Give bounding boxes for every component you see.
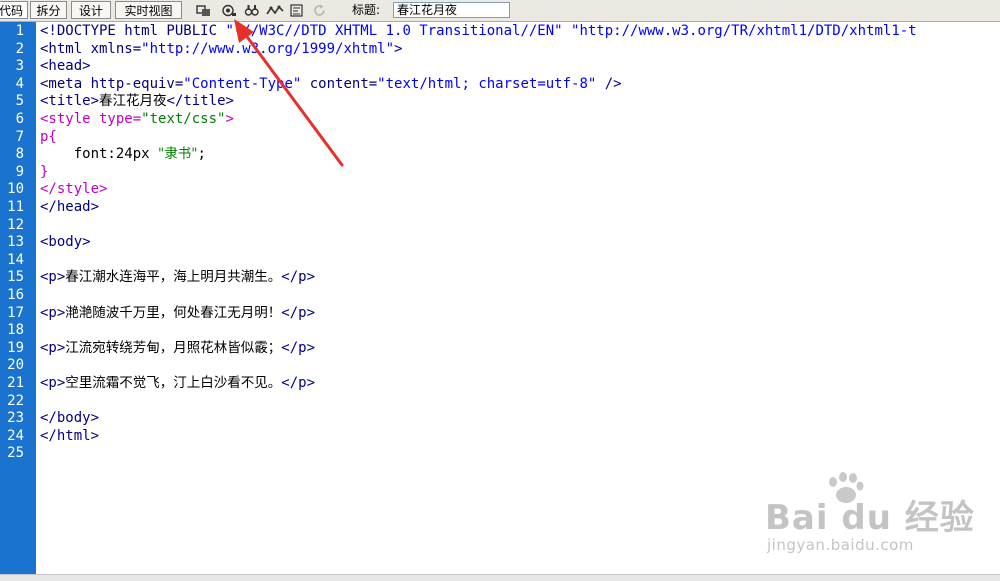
design-view-button[interactable]: 设计: [71, 1, 111, 19]
code-line-5: <title>春江花月夜</title>: [40, 93, 234, 111]
meta-content-value: "text/html; charset=utf-8": [377, 75, 597, 92]
css-selector: p{: [40, 128, 57, 145]
meta-tag: <meta http-equiv=: [40, 75, 184, 92]
line-number: 10: [7, 181, 24, 198]
meta-equiv-value: "Content-Type": [183, 75, 302, 92]
p-close-tag: </p>: [281, 375, 316, 391]
debug-icon[interactable]: [266, 4, 284, 17]
code-line-19: <p>江流宛转绕芳甸，月照花林皆似霰；</p>: [40, 340, 315, 358]
watermark-brand: Bai du 经验: [765, 498, 975, 538]
code-line-15: <p>春江潮水连海平，海上明月共潮生。</p>: [40, 269, 315, 287]
live-code-icon[interactable]: [221, 4, 237, 17]
code-line-3: <head>: [40, 58, 91, 76]
line-number: 2: [15, 40, 24, 57]
line-number: 3: [15, 58, 24, 75]
p-open-tag: <p>: [40, 269, 66, 286]
code-line-1: <!DOCTYPE html PUBLIC "-//W3C//DTD XHTML…: [40, 23, 917, 41]
head-open-tag: <head>: [40, 58, 91, 75]
p-close-tag: </p>: [281, 304, 316, 321]
code-line-13: <body>: [40, 234, 91, 252]
html-open-tag: <html xmlns=: [40, 40, 142, 57]
poem-line-4: 空里流霜不觉飞，汀上白沙看不见。: [65, 375, 282, 391]
line-number: 23: [7, 410, 24, 427]
line-number: 19: [7, 339, 24, 356]
poem-line-1: 春江潮水连海平，海上明月共潮生。: [65, 269, 282, 286]
watermark-url: jingyan.baidu.com: [767, 536, 914, 554]
p-open-tag: <p>: [40, 375, 66, 391]
refresh-icon[interactable]: [312, 4, 328, 17]
p-close-tag: </p>: [281, 269, 316, 286]
code-line-8: font:24px "隶书";: [40, 146, 206, 164]
code-line-9: }: [40, 164, 48, 182]
meta-content-attr: content=: [301, 75, 378, 92]
code-line-23: </body>: [40, 410, 99, 428]
line-number: 15: [7, 269, 24, 286]
browser-preview-icon[interactable]: [244, 4, 260, 17]
poem-line-3: 江流宛转绕芳甸，月照花林皆似霰；: [65, 339, 282, 356]
document-toolbar: 代码 拆分 设计 实时视图 标题: 春江花月夜: [0, 0, 1000, 22]
code-line-4: <meta http-equiv="Content-Type" content=…: [40, 76, 622, 94]
body-open-tag: <body>: [40, 234, 91, 251]
code-line-2: <html xmlns="http://www.w3.org/1999/xhtm…: [40, 41, 402, 59]
line-number: 6: [15, 111, 24, 127]
code-line-10: </style>: [40, 181, 107, 199]
title-text: 春江花月夜: [99, 93, 167, 110]
css-semicolon: ;: [197, 146, 206, 163]
doctype-string: "-//W3C//DTD XHTML 1.0 Transitional//EN"…: [217, 23, 917, 39]
title-label: 标题:: [352, 3, 381, 17]
line-number: 12: [7, 216, 24, 233]
line-number: 14: [7, 251, 24, 268]
style-tag-bracket: >: [225, 111, 234, 127]
line-number: 21: [7, 375, 24, 391]
line-number: 16: [7, 287, 24, 303]
tag-close-bracket: >: [394, 40, 403, 57]
inspect-icon[interactable]: [196, 4, 212, 17]
meta-self-close: />: [596, 75, 622, 92]
visual-aids-icon[interactable]: [290, 4, 306, 17]
line-number: 13: [7, 234, 24, 251]
p-close-tag: </p>: [281, 339, 316, 356]
line-number: 24: [7, 427, 24, 444]
poem-line-2: 滟滟随波千万里，何处春江无月明！: [65, 304, 282, 321]
code-line-7: p{: [40, 129, 57, 147]
xmlns-value: "http://www.w3.org/1999/xhtml": [141, 40, 395, 57]
split-view-button[interactable]: 拆分: [30, 1, 67, 19]
line-number: 25: [7, 445, 24, 462]
baidu-watermark: Bai du 经验 jingyan.baidu.com: [765, 470, 985, 560]
line-number: 11: [7, 199, 24, 215]
document-title-input[interactable]: 春江花月夜: [393, 2, 510, 18]
code-line-17: <p>滟滟随波千万里，何处春江无月明！</p>: [40, 305, 315, 323]
line-number: 20: [7, 357, 24, 374]
p-open-tag: <p>: [40, 339, 66, 356]
p-open-tag: <p>: [40, 304, 66, 321]
css-close-brace: }: [40, 163, 49, 180]
line-number: 22: [7, 392, 24, 409]
code-line-24: </html>: [40, 428, 99, 446]
code-line-6: <style type="text/css">: [40, 111, 234, 129]
code-line-11: </head>: [40, 199, 99, 217]
style-type-value: "text/css": [141, 111, 226, 127]
line-number: 1: [15, 23, 24, 39]
doctype-token: <!DOCTYPE html PUBLIC: [40, 23, 218, 39]
line-number: 7: [15, 128, 24, 145]
line-number: 8: [15, 146, 24, 163]
style-close-tag: </style>: [40, 181, 108, 198]
line-number-gutter: 1 2 3 4 5 6 7 8 9 10 11 12 13 14 15 16 17 18 19 20 21 22 23 24 2…: [0, 22, 36, 574]
css-font-value: "隶书": [158, 146, 198, 163]
line-number: 18: [7, 322, 24, 339]
head-close-tag: </head>: [40, 199, 100, 215]
title-open-tag: <title>: [40, 93, 100, 110]
live-view-button[interactable]: 实时视图: [115, 1, 182, 19]
code-line-21: <p>空里流霜不觉飞，汀上白沙看不见。</p>: [40, 375, 315, 393]
style-open-tag: <style type=: [40, 111, 142, 127]
line-number: 5: [15, 93, 24, 110]
title-close-tag: </title>: [166, 93, 234, 110]
line-number: 17: [7, 304, 24, 321]
line-number: 9: [15, 163, 24, 180]
css-property: font:24px: [40, 146, 159, 163]
line-number: 4: [15, 75, 24, 92]
code-view-button[interactable]: 代码: [0, 1, 28, 19]
html-close-tag: </html>: [40, 427, 100, 444]
body-close-tag: </body>: [40, 410, 100, 427]
